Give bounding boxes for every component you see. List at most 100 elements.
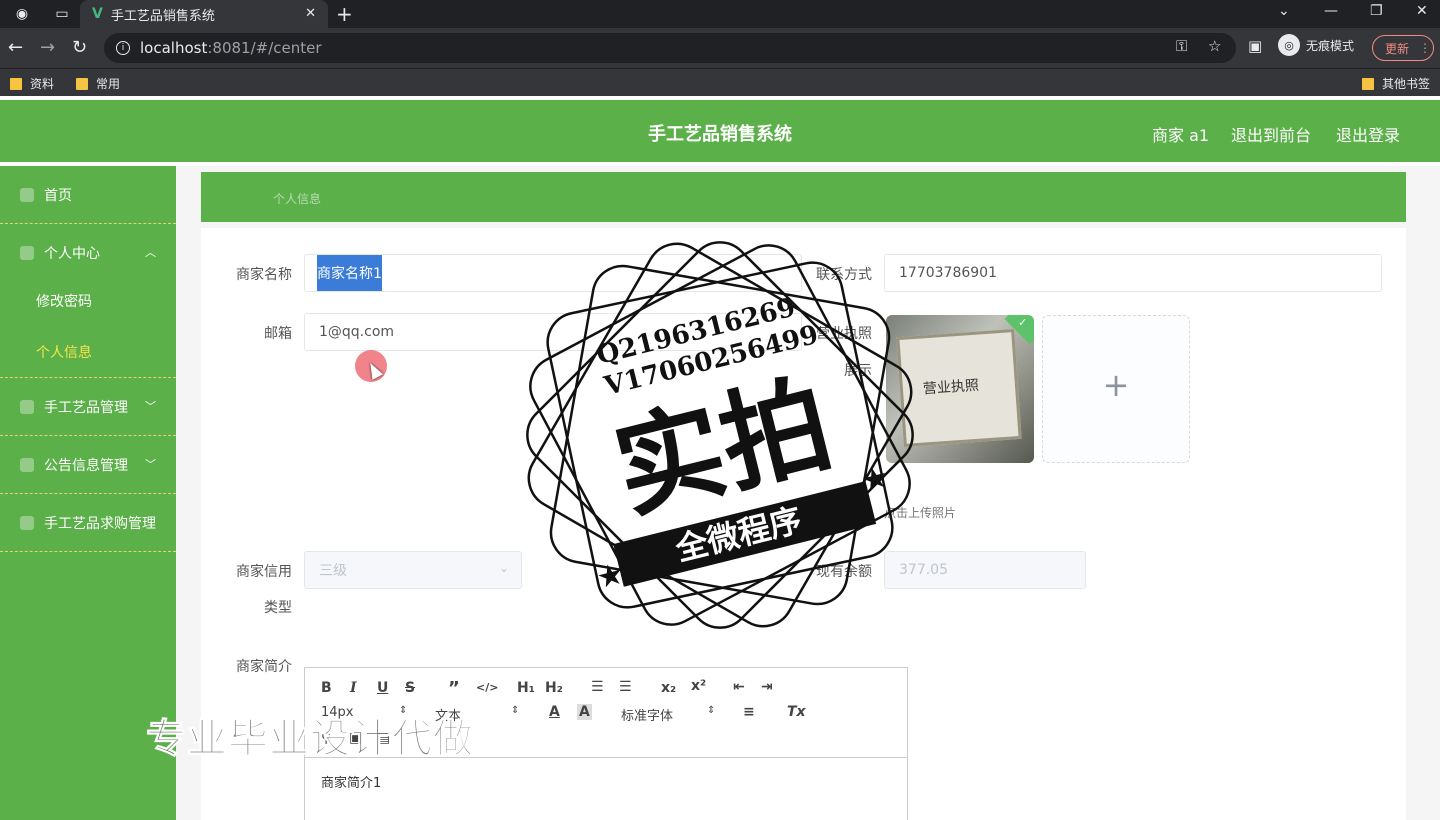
italic-icon[interactable]: I — [350, 680, 357, 696]
sidebar-item-change-password[interactable]: 修改密码 — [0, 276, 176, 326]
credit-select[interactable]: 三级 ⌄ — [304, 551, 522, 589]
user-label: 商家 a1 — [1152, 126, 1210, 145]
bold-icon[interactable]: B — [321, 680, 332, 696]
outdent-icon[interactable]: ⇤ — [733, 679, 745, 695]
heading2-icon[interactable]: H₂ — [545, 680, 563, 696]
upload-button[interactable]: + — [1042, 315, 1190, 463]
code-icon[interactable]: </> — [476, 681, 498, 694]
stamp-watermark: Q2196316269 V17060256499 实拍 全微程序 ★ ★ — [526, 241, 914, 629]
chevron-down-icon: ﹀ — [145, 400, 156, 413]
restore-icon[interactable]: ❐ — [1370, 3, 1383, 19]
sidebar-item-label: 个人中心 — [44, 246, 100, 262]
bookmark-label: 常用 — [96, 77, 121, 91]
subscript-icon[interactable]: x₂ — [661, 680, 676, 696]
other-bookmarks-label: 其他书签 — [1382, 77, 1431, 91]
star-icon[interactable]: ☆ — [1208, 37, 1221, 55]
minimize-icon[interactable]: — — [1324, 3, 1338, 19]
update-button[interactable]: 更新 ⋮ — [1372, 35, 1434, 61]
tab-search-icon[interactable]: ▭ — [52, 4, 72, 24]
intro-label: 商家简介 — [236, 659, 292, 675]
sidebar-item-home[interactable]: 首页 — [0, 166, 176, 224]
app-header: 手工艺品销售系统 商家 a1 退出到前台 退出登录 — [0, 100, 1440, 162]
clear-format-icon[interactable]: Tx — [787, 704, 806, 720]
folder-icon — [10, 77, 22, 90]
license-image-text: 营业执照 — [922, 377, 980, 398]
site-info-icon[interactable]: i — [116, 41, 130, 55]
heading1-icon[interactable]: H₁ — [517, 680, 535, 696]
window-close-icon[interactable]: ✕ — [1416, 3, 1428, 19]
notice-icon — [20, 457, 34, 472]
superscript-icon[interactable]: x² — [691, 678, 706, 694]
grid-icon — [20, 399, 34, 414]
sidebar-item-personal-center[interactable]: 个人中心 ︿ — [0, 224, 176, 282]
email-label: 邮箱 — [264, 326, 292, 342]
breadcrumb: 个人信息 — [201, 172, 1406, 222]
url-input[interactable]: i localhost:8081/#/center — [104, 33, 1236, 63]
folder-icon — [76, 77, 88, 90]
bookmarks-bar: 资料 常用 其他书签 — [0, 68, 1440, 96]
other-bookmarks[interactable]: 其他书签 — [1362, 75, 1430, 92]
more-icon: ⋮ — [1419, 41, 1432, 55]
key-icon[interactable]: ⚿ — [1176, 37, 1187, 55]
bullet-list-icon[interactable]: ☰ — [619, 679, 632, 695]
sidebar-item-label: 手工艺品管理 — [44, 399, 128, 416]
font-select[interactable]: 标准字体 — [621, 705, 673, 724]
merchant-name-label: 商家名称 — [236, 267, 292, 283]
chevron-down-icon[interactable]: ⌄ — [1278, 3, 1290, 19]
ordered-list-icon[interactable]: ☰ — [591, 679, 604, 695]
sidebar-item-label: 首页 — [44, 187, 72, 204]
update-label: 更新 — [1385, 41, 1410, 56]
bookmark-label: 资料 — [30, 77, 55, 91]
close-tab-icon[interactable]: ✕ — [305, 6, 316, 21]
home-icon — [20, 187, 34, 202]
sidepanel-icon[interactable]: ▣ — [1248, 37, 1262, 55]
sidebar-item-label: 修改密码 — [36, 294, 92, 310]
sidebar-item-label: 公告信息管理 — [44, 457, 128, 474]
reload-icon[interactable]: ↻ — [72, 37, 87, 58]
url-path: :8081/#/center — [207, 39, 322, 57]
address-toolbar: ← → ↻ i localhost:8081/#/center ⚿ ☆ ▣ ◎ … — [0, 28, 1440, 68]
bookmark-folder[interactable]: 资料 — [10, 75, 54, 92]
tab-title: 手工艺品销售系统 — [110, 8, 215, 24]
plus-icon: + — [1102, 366, 1130, 404]
globe-icon[interactable]: ◉ — [12, 4, 32, 24]
credit-label: 商家信用 — [236, 564, 292, 580]
underline-icon[interactable]: U — [377, 680, 388, 696]
incognito-indicator[interactable]: ◎ 无痕模式 — [1278, 34, 1354, 56]
cart-icon — [20, 515, 34, 530]
background-color-icon[interactable]: A — [577, 704, 592, 720]
back-to-front-link[interactable]: 退出到前台 — [1231, 122, 1311, 146]
contact-field[interactable]: 17703786901 — [884, 254, 1382, 292]
sidebar-item-notice-management[interactable]: 公告信息管理 ﹀ — [0, 436, 176, 494]
new-tab-icon[interactable]: + — [336, 2, 353, 26]
bookmark-folder[interactable]: 常用 — [76, 75, 120, 92]
indent-icon[interactable]: ⇥ — [761, 679, 773, 695]
chevron-up-icon: ︿ — [145, 246, 156, 259]
credit-value: 三级 — [319, 563, 347, 579]
check-icon: ✓ — [1018, 316, 1028, 329]
sidebar-item-personal-info[interactable]: 个人信息 — [0, 326, 176, 378]
vue-icon: V — [92, 6, 103, 22]
sidebar-item-label: 个人信息 — [36, 344, 92, 361]
credit-label-line2: 类型 — [264, 600, 292, 616]
incognito-icon: ◎ — [1278, 34, 1300, 56]
browser-tab[interactable]: V 手工艺品销售系统 ✕ — [80, 0, 328, 28]
chevron-down-icon: ﹀ — [145, 458, 156, 471]
url-host: localhost — [140, 39, 208, 57]
footer-watermark: 专业毕业设计代做 — [146, 716, 474, 763]
folder-icon — [1362, 77, 1374, 90]
sidebar-item-purchase-management[interactable]: 手工艺品求购管理 — [0, 494, 176, 552]
chevron-down-icon: ⌄ — [498, 561, 509, 575]
forward-icon[interactable]: → — [40, 37, 55, 58]
logout-link[interactable]: 退出登录 — [1336, 122, 1400, 146]
align-icon[interactable]: ≡ — [743, 704, 755, 720]
blockquote-icon[interactable]: ” — [448, 678, 460, 699]
strike-icon[interactable]: S — [405, 680, 415, 696]
email-value: 1@qq.com — [319, 324, 395, 340]
incognito-label: 无痕模式 — [1306, 38, 1355, 53]
browser-tabbar: ◉ ▭ V 手工艺品销售系统 ✕ + ⌄ — ❐ ✕ — [0, 0, 1440, 28]
back-icon[interactable]: ← — [8, 37, 23, 58]
sidebar-item-craft-management[interactable]: 手工艺品管理 ﹀ — [0, 378, 176, 436]
font-color-icon[interactable]: A — [549, 704, 560, 720]
intro-content: 商家简介1 — [321, 776, 382, 791]
